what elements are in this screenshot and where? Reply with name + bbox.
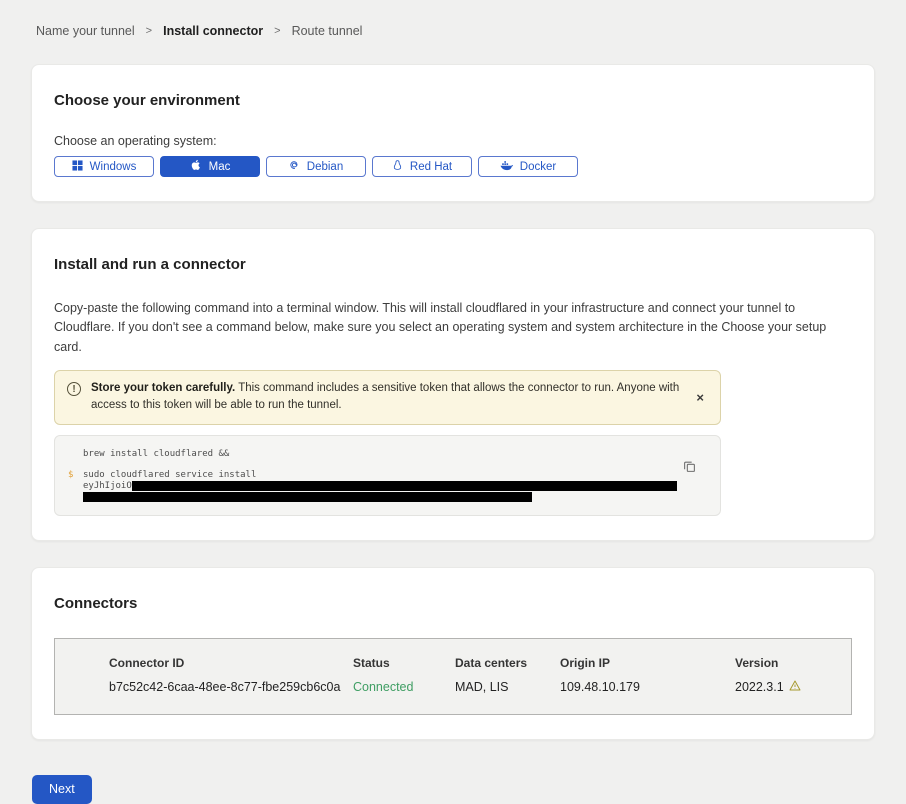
- redaction-bar: [132, 481, 677, 491]
- redaction-bar: [83, 492, 532, 502]
- token-prefix: eyJhIjoiO: [83, 481, 132, 491]
- connectors-card: Connectors Connector ID Status Data cent…: [31, 567, 875, 740]
- alert-circle-icon: !: [67, 382, 81, 396]
- connectors-card-title: Connectors: [54, 595, 852, 612]
- next-button[interactable]: Next: [32, 775, 92, 804]
- warning-title: Store your token carefully.: [91, 382, 235, 394]
- column-header-version: Version: [735, 656, 841, 670]
- prompt-spacer: [68, 449, 83, 460]
- environment-card-title: Choose your environment: [54, 92, 852, 109]
- version-cell: 2022.3.1: [735, 680, 841, 694]
- environment-card: Choose your environment Choose an operat…: [31, 64, 875, 202]
- prompt-spacer: [68, 481, 83, 492]
- breadcrumb-step-name-tunnel[interactable]: Name your tunnel: [36, 24, 135, 38]
- install-card-title: Install and run a connector: [54, 256, 852, 273]
- code-line-token: [68, 492, 706, 502]
- breadcrumb-step-route-tunnel[interactable]: Route tunnel: [292, 24, 363, 38]
- origin-ip-cell: 109.48.10.179: [560, 680, 735, 694]
- docker-icon: [500, 160, 513, 174]
- warning-triangle-icon: [789, 680, 801, 694]
- install-connector-card: Install and run a connector Copy-paste t…: [31, 228, 875, 541]
- os-button-redhat[interactable]: Red Hat: [372, 156, 472, 177]
- dollar-prompt: $: [68, 470, 83, 481]
- page-content: Choose your environment Choose an operat…: [0, 64, 906, 740]
- prompt-spacer: [68, 492, 83, 502]
- breadcrumb: Name your tunnel > Install connector > R…: [0, 0, 906, 38]
- token-warning-banner: ! Store your token carefully. This comma…: [54, 370, 721, 425]
- os-button-label: Windows: [90, 161, 137, 173]
- os-button-mac[interactable]: Mac: [160, 156, 260, 177]
- windows-icon: [72, 160, 83, 174]
- copy-icon[interactable]: [683, 460, 696, 476]
- os-button-windows[interactable]: Windows: [54, 156, 154, 177]
- data-centers-cell: MAD, LIS: [455, 680, 560, 694]
- debian-icon: [289, 160, 300, 174]
- status-badge: Connected: [353, 680, 455, 694]
- column-header-data-centers: Data centers: [455, 656, 560, 670]
- breadcrumb-separator: >: [146, 25, 152, 37]
- breadcrumb-step-install-connector[interactable]: Install connector: [163, 24, 263, 38]
- code-line: $ sudo cloudflared service install: [68, 470, 706, 481]
- apple-icon: [190, 159, 202, 174]
- os-button-debian[interactable]: Debian: [266, 156, 366, 177]
- os-button-label: Docker: [520, 161, 556, 173]
- token-line: eyJhIjoiO: [83, 481, 677, 492]
- warning-text: Store your token carefully. This command…: [91, 380, 682, 415]
- os-select-label: Choose an operating system:: [54, 134, 852, 148]
- column-header-connector-id: Connector ID: [109, 656, 353, 670]
- connector-id-cell: b7c52c42-6caa-48ee-8c77-fbe259cb6c0a: [109, 680, 353, 694]
- install-description: Copy-paste the following command into a …: [54, 299, 849, 357]
- version-value: 2022.3.1: [735, 680, 784, 694]
- close-icon[interactable]: ×: [692, 389, 708, 406]
- column-header-origin-ip: Origin IP: [560, 656, 735, 670]
- os-button-label: Debian: [307, 161, 343, 173]
- os-button-group: Windows Mac Debian Red Hat: [54, 156, 852, 177]
- connectors-table: Connector ID Status Data centers Origin …: [54, 638, 852, 715]
- code-line-text: sudo cloudflared service install: [83, 470, 256, 481]
- column-header-status: Status: [353, 656, 455, 670]
- code-line-text: brew install cloudflared &&: [83, 449, 229, 460]
- code-line: brew install cloudflared &&: [68, 449, 706, 460]
- os-button-label: Mac: [209, 161, 231, 173]
- install-command-code-block: brew install cloudflared && $ sudo cloud…: [54, 435, 721, 516]
- redhat-icon: [392, 159, 403, 174]
- code-line-token: eyJhIjoiO: [68, 481, 706, 492]
- os-button-docker[interactable]: Docker: [478, 156, 578, 177]
- breadcrumb-separator: >: [274, 25, 280, 37]
- os-button-label: Red Hat: [410, 161, 452, 173]
